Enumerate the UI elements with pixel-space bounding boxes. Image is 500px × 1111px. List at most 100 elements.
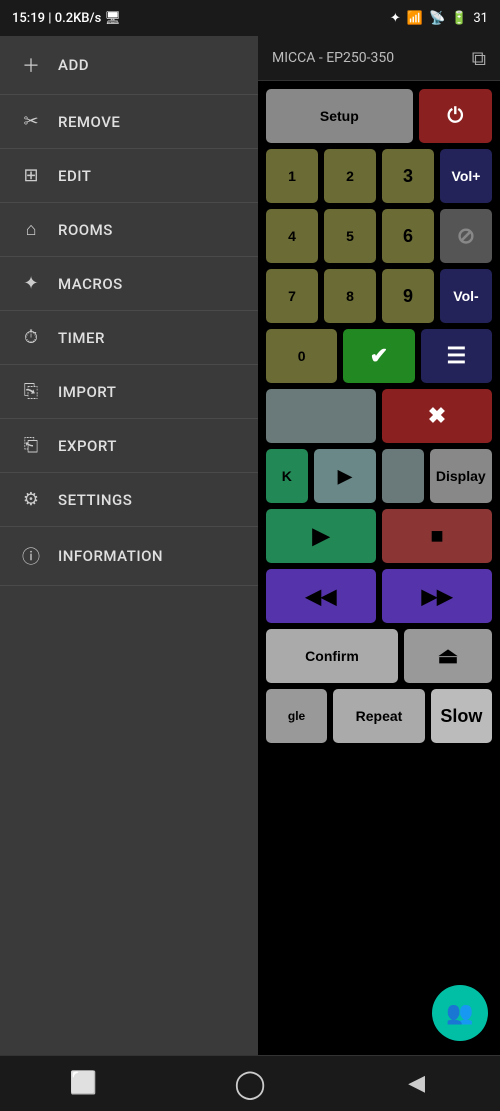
num9-button[interactable]: 9 bbox=[382, 269, 434, 323]
btn-row-8: ▶ ■ bbox=[266, 509, 492, 563]
battery-icon: 🔋 bbox=[451, 11, 467, 26]
status-time: 15:19 bbox=[12, 11, 45, 26]
status-icons: ✦ 📶 📡 🔋 31 bbox=[390, 11, 488, 26]
sidebar-item-macros[interactable]: ✦ MACROS bbox=[0, 257, 258, 311]
power-icon: ⏻ bbox=[447, 105, 463, 128]
export-icon: ⎗ bbox=[20, 435, 42, 456]
btn-row-11: gle Repeat Slow bbox=[266, 689, 492, 743]
stop-button[interactable]: ■ bbox=[382, 509, 492, 563]
battery-level: 31 bbox=[473, 11, 488, 26]
remote-header: MICCA - EP250-350 ⧉ bbox=[258, 36, 500, 81]
btn-row-10: Confirm ⏏ bbox=[266, 629, 492, 683]
sidebar-label-import: IMPORT bbox=[58, 383, 116, 401]
rewind-button[interactable]: ◀◀ bbox=[266, 569, 376, 623]
small-grey-button[interactable] bbox=[382, 449, 424, 503]
remove-icon: ✂ bbox=[20, 111, 42, 132]
num5-label: 5 bbox=[346, 228, 354, 244]
disabled-button[interactable]: ⊘ bbox=[440, 209, 492, 263]
num4-button[interactable]: 4 bbox=[266, 209, 318, 263]
information-icon: ⓘ bbox=[20, 543, 42, 569]
back-button[interactable]: K bbox=[266, 449, 308, 503]
nav-square-button[interactable]: ⬜ bbox=[53, 1071, 113, 1096]
close-button[interactable]: ✖ bbox=[382, 389, 492, 443]
sidebar-label-information: INFORMATION bbox=[58, 547, 163, 565]
btn-row-6: ✖ bbox=[266, 389, 492, 443]
import-icon: ⎘ bbox=[20, 381, 42, 402]
sidebar-item-remove[interactable]: ✂ REMOVE bbox=[0, 95, 258, 149]
btn-row-7: K ▶ Display bbox=[266, 449, 492, 503]
fab-button[interactable]: 👥 bbox=[432, 985, 488, 1041]
volplus-button[interactable]: Vol+ bbox=[440, 149, 492, 203]
eject-button[interactable]: ⏏ bbox=[404, 629, 492, 683]
eject-icon: ⏏ bbox=[438, 643, 459, 669]
close-icon: ✖ bbox=[428, 403, 446, 429]
signal-icon: 📶 bbox=[407, 11, 423, 26]
grey1-button[interactable] bbox=[266, 389, 376, 443]
fab-icon: 👥 bbox=[446, 1001, 473, 1026]
bottom-nav: ⬜ ◯ ◀ bbox=[0, 1055, 500, 1111]
remote-title: MICCA - EP250-350 bbox=[272, 50, 394, 66]
wifi-icon: 📡 bbox=[429, 11, 445, 26]
sidebar-label-timer: TIMER bbox=[58, 329, 105, 347]
sidebar-item-import[interactable]: ⎘ IMPORT bbox=[0, 365, 258, 419]
slow-button[interactable]: Slow bbox=[431, 689, 492, 743]
num4-label: 4 bbox=[288, 228, 296, 244]
forward-button[interactable]: ▶▶ bbox=[382, 569, 492, 623]
sidebar-item-rooms[interactable]: ⌂ ROOMS bbox=[0, 203, 258, 257]
check-icon: ✔ bbox=[370, 343, 388, 369]
num6-button[interactable]: 6 bbox=[382, 209, 434, 263]
stop-icon: ■ bbox=[430, 523, 443, 549]
num7-button[interactable]: 7 bbox=[266, 269, 318, 323]
sidebar: ＋ ADD ✂ REMOVE ⊞ EDIT ⌂ ROOMS ✦ MACROS ⏱… bbox=[0, 36, 258, 1055]
timer-icon: ⏱ bbox=[20, 327, 42, 348]
btn-row-3: 4 5 6 ⊘ bbox=[266, 209, 492, 263]
macros-icon: ✦ bbox=[20, 273, 42, 294]
bluetooth-icon: ✦ bbox=[390, 11, 401, 26]
num2-label: 2 bbox=[346, 168, 354, 184]
sidebar-label-settings: SETTINGS bbox=[58, 491, 132, 509]
num0-button[interactable]: 0 bbox=[266, 329, 337, 383]
confirm-button[interactable]: Confirm bbox=[266, 629, 398, 683]
settings-icon: ⚙ bbox=[20, 489, 42, 510]
btn-row-1: Setup ⏻ bbox=[266, 89, 492, 143]
sidebar-item-timer[interactable]: ⏱ TIMER bbox=[0, 311, 258, 365]
check-button[interactable]: ✔ bbox=[343, 329, 414, 383]
menu-button[interactable]: ☰ bbox=[421, 329, 492, 383]
sidebar-item-settings[interactable]: ⚙ SETTINGS bbox=[0, 473, 258, 527]
disabled-icon: ⊘ bbox=[457, 223, 475, 249]
setup-button[interactable]: Setup bbox=[266, 89, 413, 143]
nav-back-button[interactable]: ◀ bbox=[387, 1071, 447, 1096]
sidebar-label-rooms: ROOMS bbox=[58, 221, 113, 239]
add-icon: ＋ bbox=[20, 52, 42, 78]
power-button[interactable]: ⏻ bbox=[419, 89, 492, 143]
num1-label: 1 bbox=[288, 168, 296, 184]
sidebar-label-edit: EDIT bbox=[58, 167, 91, 185]
num1-button[interactable]: 1 bbox=[266, 149, 318, 203]
display-button[interactable]: Display bbox=[430, 449, 492, 503]
sidebar-item-add[interactable]: ＋ ADD bbox=[0, 36, 258, 95]
nav-home-button[interactable]: ◯ bbox=[220, 1067, 280, 1100]
btn-row-5: 0 ✔ ☰ bbox=[266, 329, 492, 383]
back-label: K bbox=[282, 468, 292, 484]
play-small-button[interactable]: ▶ bbox=[314, 449, 376, 503]
play-button[interactable]: ▶ bbox=[266, 509, 376, 563]
angle-button[interactable]: gle bbox=[266, 689, 327, 743]
edit-icon: ⊞ bbox=[20, 165, 42, 186]
btn-row-2: 1 2 3 Vol+ bbox=[266, 149, 492, 203]
num3-button[interactable]: 3 bbox=[382, 149, 434, 203]
num8-button[interactable]: 8 bbox=[324, 269, 376, 323]
sidebar-item-information[interactable]: ⓘ INFORMATION bbox=[0, 527, 258, 586]
volminus-button[interactable]: Vol- bbox=[440, 269, 492, 323]
remote-buttons: Setup ⏻ 1 2 3 Vol+ 4 bbox=[258, 81, 500, 1055]
menu-icon: ☰ bbox=[446, 343, 466, 369]
remote-header-icon: ⧉ bbox=[472, 46, 486, 70]
sidebar-item-edit[interactable]: ⊞ EDIT bbox=[0, 149, 258, 203]
status-bar: 15:19 | 0.2KB/s 🖥 ✦ 📶 📡 🔋 31 bbox=[0, 0, 500, 36]
num5-button[interactable]: 5 bbox=[324, 209, 376, 263]
num2-button[interactable]: 2 bbox=[324, 149, 376, 203]
repeat-button[interactable]: Repeat bbox=[333, 689, 425, 743]
main-area: ＋ ADD ✂ REMOVE ⊞ EDIT ⌂ ROOMS ✦ MACROS ⏱… bbox=[0, 36, 500, 1055]
sidebar-label-add: ADD bbox=[58, 56, 89, 74]
sidebar-item-export[interactable]: ⎗ EXPORT bbox=[0, 419, 258, 473]
rewind-icon: ◀◀ bbox=[306, 584, 337, 609]
